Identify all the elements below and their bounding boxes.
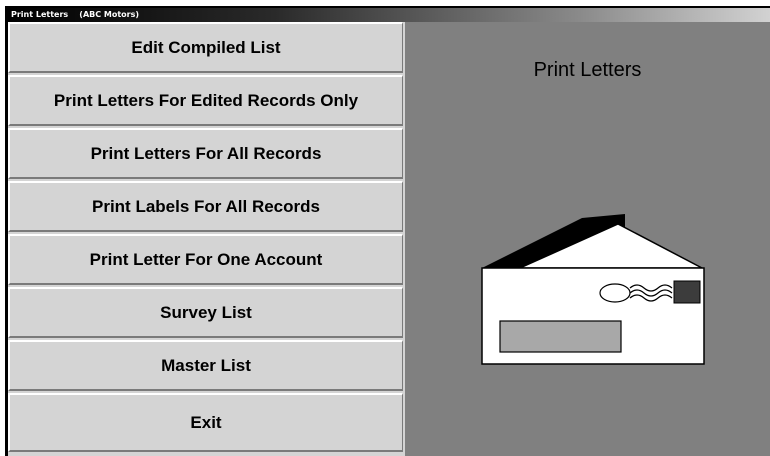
- survey-list-button[interactable]: Survey List: [8, 287, 403, 338]
- master-list-label: Master List: [161, 355, 251, 375]
- survey-list-label: Survey List: [160, 302, 252, 322]
- exit-label: Exit: [190, 412, 222, 432]
- print-labels-all-records-label: Print Labels For All Records: [92, 196, 320, 216]
- print-letter-one-account-button[interactable]: Print Letter For One Account: [8, 234, 403, 285]
- master-list-button[interactable]: Master List: [8, 340, 403, 391]
- window-title-bar: Print Letters (ABC Motors): [8, 8, 770, 22]
- print-letters-edited-records-label: Print Letters For Edited Records Only: [53, 90, 359, 110]
- preview-panel: Print Letters: [405, 22, 770, 456]
- print-letters-all-records-button[interactable]: Print Letters For All Records: [8, 128, 403, 179]
- print-labels-all-records-button[interactable]: Print Labels For All Records: [8, 181, 403, 232]
- envelope-with-letter-icon: [481, 214, 705, 365]
- print-letters-window: Print Letters (ABC Motors) Edit Compiled…: [5, 6, 770, 456]
- print-letters-edited-records-button[interactable]: Print Letters For Edited Records Only: [8, 75, 403, 126]
- menu-button-column: Edit Compiled List Print Letters For Edi…: [8, 22, 405, 456]
- print-letter-one-account-label: Print Letter For One Account: [89, 249, 323, 269]
- edit-compiled-list-label: Edit Compiled List: [131, 37, 281, 57]
- edit-compiled-list-button[interactable]: Edit Compiled List: [8, 22, 403, 73]
- print-letters-all-records-label: Print Letters For All Records: [90, 143, 322, 163]
- panel-title: Print Letters: [533, 59, 642, 81]
- exit-button[interactable]: Exit: [8, 393, 403, 452]
